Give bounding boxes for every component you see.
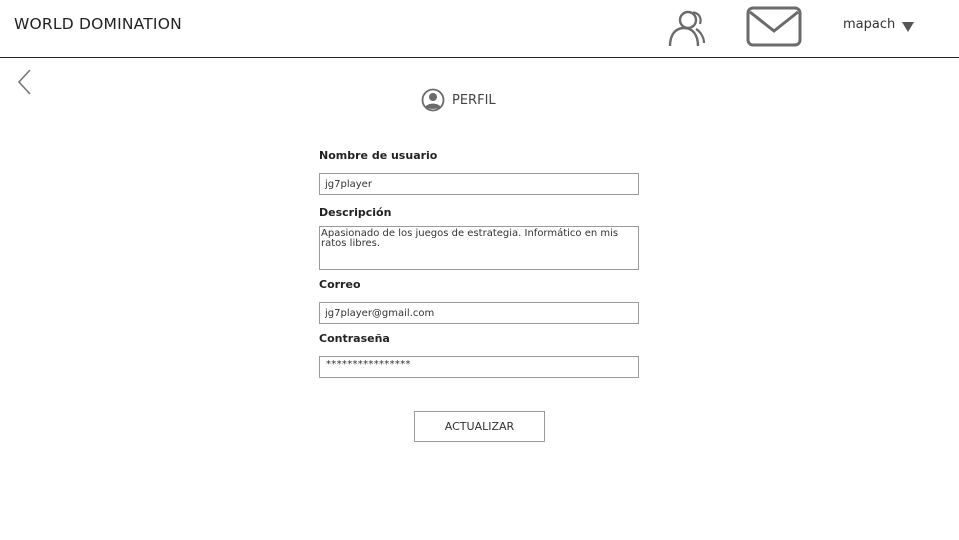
password-field-label: Contraseña — [319, 332, 390, 345]
username-field-label: Nombre de usuario — [319, 149, 438, 162]
app-title: WORLD DOMINATION — [14, 15, 182, 33]
back-button[interactable] — [15, 68, 35, 96]
chevron-left-icon — [17, 69, 31, 95]
password-input[interactable]: **************** — [319, 356, 639, 378]
page-title: PERFIL — [452, 93, 496, 108]
username-label: mapach — [843, 17, 896, 32]
update-button[interactable]: ACTUALIZAR — [414, 411, 545, 442]
email-input[interactable]: jg7player@gmail.com — [319, 302, 639, 324]
mail-icon — [746, 6, 802, 47]
description-textarea[interactable]: Apasionado de los juegos de estrategia. … — [319, 226, 639, 270]
users-icon — [668, 10, 706, 47]
email-field-label: Correo — [319, 278, 361, 291]
friends-button[interactable] — [666, 8, 706, 48]
username-input[interactable]: jg7player — [319, 173, 639, 195]
top-bar: WORLD DOMINATION mapach — [0, 0, 959, 58]
messages-button[interactable] — [746, 6, 802, 48]
caret-down-icon — [902, 22, 914, 32]
user-circle-icon — [421, 88, 445, 112]
description-field-label: Descripción — [319, 206, 392, 219]
